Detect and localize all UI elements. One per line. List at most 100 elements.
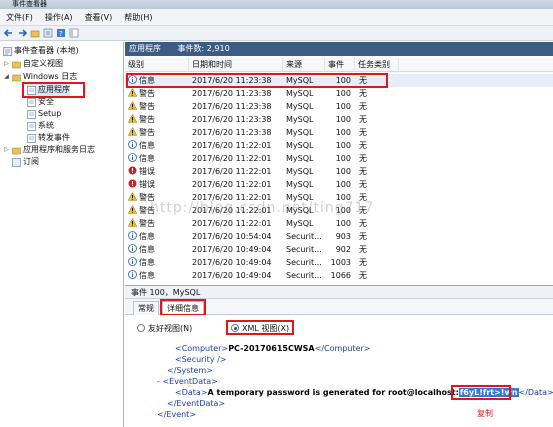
toolbar: ? (0, 26, 553, 41)
cell-source: Securit... (286, 271, 322, 280)
cell-datetime: 2017/6/20 11:23:38 (192, 128, 272, 137)
cell-level: 信息 (128, 269, 155, 282)
column-event-id[interactable]: 事件 ID (325, 58, 355, 83)
cell-task-category: 无 (359, 141, 367, 150)
back-arrow-icon[interactable] (4, 28, 14, 38)
cell-level: 警告 (128, 126, 155, 139)
radio-label: 友好视图(N) (148, 324, 193, 333)
properties-icon[interactable] (43, 28, 53, 38)
column-datetime[interactable]: 日期和时间 (189, 58, 283, 72)
tree-item-label: 应用程序和服务日志 (23, 145, 95, 154)
tree-item-forwarded-events[interactable]: 转发事件 (27, 132, 70, 144)
column-source[interactable]: 来源 (283, 58, 325, 72)
collapse-toggle-icon[interactable]: - (157, 377, 160, 386)
tree-item-custom-views[interactable]: ▷ 自定义视图 (3, 58, 63, 70)
cell-level: 信息 (128, 152, 155, 165)
event-row[interactable]: 信息 2017/6/20 10:49:04 Securit... 902 无 (125, 243, 553, 256)
cell-source: MySQL (286, 128, 314, 137)
collapse-arrow-icon[interactable]: ◢ (3, 71, 10, 83)
event-row[interactable]: 警告 2017/6/20 11:23:38 MySQL 100 无 (125, 113, 553, 126)
event-row[interactable]: 警告 2017/6/20 11:22:01 MySQL 100 无 (125, 217, 553, 230)
pane-title: 应用程序 (129, 44, 161, 53)
cell-event-id: 1066 (330, 271, 351, 280)
tree-item-label: 转发事件 (38, 133, 70, 142)
cell-task-category: 无 (359, 258, 367, 267)
menu-file[interactable]: 文件(F) (0, 12, 39, 23)
cell-event-id: 903 (335, 232, 351, 241)
column-level[interactable]: 级别 (125, 58, 189, 72)
tree-item-label: 系统 (38, 121, 54, 130)
radio-button[interactable] (137, 324, 145, 332)
menu-help[interactable]: 帮助(H) (118, 12, 158, 23)
cell-event-id: 100 (335, 89, 351, 98)
event-row[interactable]: 警告 2017/6/20 11:23:38 MySQL 100 无 (125, 100, 553, 113)
cell-event-id: 100 (335, 180, 351, 189)
event-row[interactable]: 信息 2017/6/20 11:22:01 MySQL 100 无 (125, 139, 553, 152)
menu-bar: 文件(F) 操作(A) 查看(V) 帮助(H) (0, 9, 553, 26)
cell-level: 警告 (128, 100, 155, 113)
copy-annotation: 复制 (477, 409, 493, 418)
warning-icon (128, 101, 137, 110)
column-task-category[interactable]: 任务类别 (355, 58, 399, 72)
cell-event-id: 100 (335, 167, 351, 176)
cell-source: Securit... (286, 245, 322, 254)
cell-level: 错误 (128, 178, 155, 191)
tree-item-setup[interactable]: Setup (27, 108, 61, 120)
folder-icon (12, 74, 21, 81)
help-icon[interactable]: ? (56, 28, 66, 38)
forward-arrow-icon[interactable] (17, 28, 27, 38)
cell-datetime: 2017/6/20 10:49:04 (192, 271, 272, 280)
xml-line-event-close: </Event> (157, 410, 197, 419)
cell-source: MySQL (286, 154, 314, 163)
log-icon (27, 121, 36, 131)
log-icon (27, 133, 36, 143)
tab-general[interactable]: 常规 (133, 301, 159, 315)
cell-source: MySQL (286, 115, 314, 124)
event-row[interactable]: 信息 2017/6/20 11:22:01 MySQL 100 无 (125, 152, 553, 165)
cell-datetime: 2017/6/20 10:49:04 (192, 258, 272, 267)
cell-task-category: 无 (359, 102, 367, 111)
cell-datetime: 2017/6/20 11:23:38 (192, 89, 272, 98)
tree-item-root[interactable]: 事件查看器 (本地) (3, 45, 79, 57)
cell-event-id: 100 (335, 141, 351, 150)
event-row[interactable]: 信息 2017/6/20 10:54:04 Securit... 903 无 (125, 230, 553, 243)
detail-tabs: 常规 详细信息 (125, 299, 553, 316)
event-row[interactable]: 信息 2017/6/20 10:49:04 Securit... 1066 无 (125, 269, 553, 282)
annotation-box-details-tab (160, 299, 206, 316)
panel-icon[interactable] (69, 28, 79, 38)
cell-datetime: 2017/6/20 11:22:01 (192, 219, 272, 228)
cell-task-category: 无 (359, 245, 367, 254)
folder-icon[interactable] (30, 28, 40, 38)
event-row[interactable]: 信息 2017/6/20 10:49:04 Securit... 1003 无 (125, 256, 553, 269)
cell-level: 信息 (128, 256, 155, 269)
info-icon (128, 153, 137, 162)
info-icon (128, 140, 137, 149)
event-row[interactable]: 警告 2017/6/20 11:23:38 MySQL 100 无 (125, 87, 553, 100)
tree-item-label: 订阅 (23, 157, 39, 166)
info-icon (128, 244, 137, 253)
cell-task-category: 无 (359, 232, 367, 241)
event-row[interactable]: 错误 2017/6/20 11:22:01 MySQL 100 无 (125, 165, 553, 178)
event-row[interactable]: 错误 2017/6/20 11:22:01 MySQL 100 无 (125, 178, 553, 191)
cell-task-category: 无 (359, 115, 367, 124)
cell-task-category: 无 (359, 219, 367, 228)
expand-arrow-icon[interactable]: ▷ (3, 58, 10, 70)
tree-item-label: 事件查看器 (本地) (14, 46, 79, 55)
info-icon (128, 257, 137, 266)
menu-view[interactable]: 查看(V) (79, 12, 119, 23)
tree-item-subscriptions[interactable]: 订阅 (3, 156, 39, 168)
cell-task-category: 无 (359, 128, 367, 137)
radio-friendly-view[interactable]: 友好视图(N) (137, 323, 192, 334)
cell-level: 警告 (128, 113, 155, 126)
event-row[interactable]: 警告 2017/6/20 11:23:38 MySQL 100 无 (125, 126, 553, 139)
warning-icon (128, 205, 137, 214)
menu-action[interactable]: 操作(A) (39, 12, 79, 23)
cell-source: MySQL (286, 102, 314, 111)
tree-item-system[interactable]: 系统 (27, 120, 54, 132)
cell-task-category: 无 (359, 271, 367, 280)
tree-item-app-service-logs[interactable]: ▷ 应用程序和服务日志 (3, 144, 95, 156)
warning-icon (128, 218, 137, 227)
annotation-box-xml-view (226, 320, 294, 335)
expand-arrow-icon[interactable]: ▷ (3, 144, 10, 156)
cell-event-id: 902 (335, 245, 351, 254)
